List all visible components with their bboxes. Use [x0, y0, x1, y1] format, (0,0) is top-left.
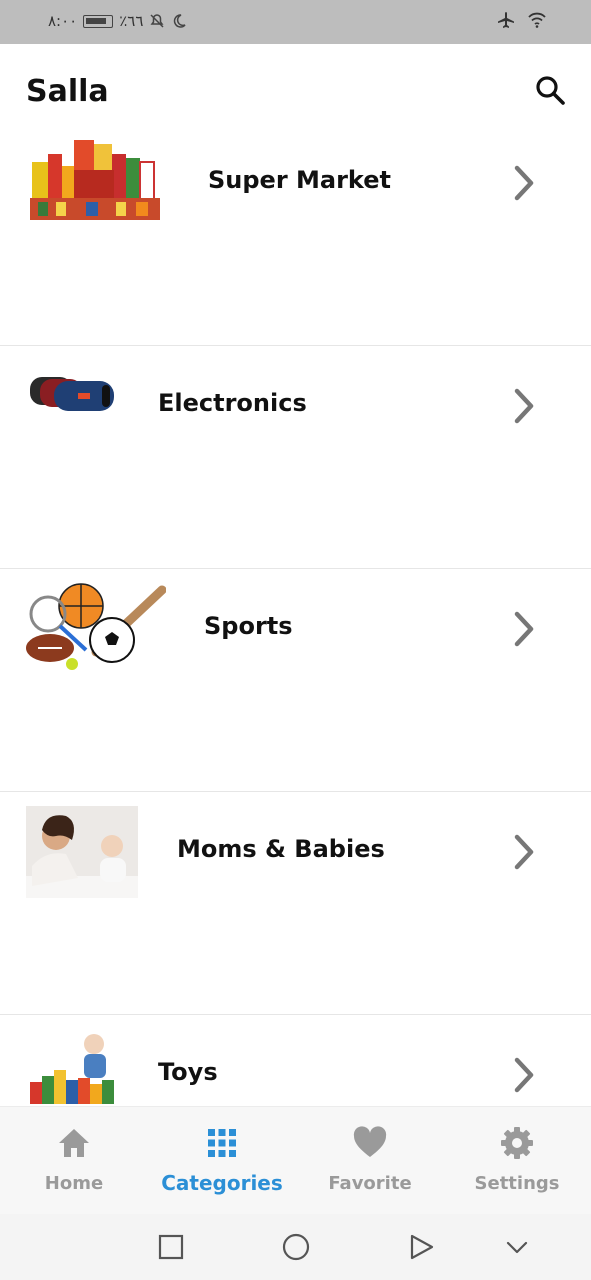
sports-balls-image	[26, 583, 166, 670]
speaker-image	[30, 377, 114, 411]
status-right	[497, 11, 547, 29]
mother-baby-image	[26, 806, 138, 898]
category-item-super-market[interactable]: Super Market	[0, 124, 591, 346]
mute-icon	[150, 14, 164, 28]
category-label: Sports	[204, 612, 293, 640]
nav-item-categories[interactable]: Categories	[148, 1107, 296, 1215]
status-left: ٨:٠٠ ٪٦٦	[48, 12, 187, 30]
nav-label-settings: Settings	[474, 1173, 560, 1194]
category-item-toys[interactable]: Toys	[0, 1016, 591, 1106]
category-item-moms-babies[interactable]: Moms & Babies	[0, 793, 591, 1015]
bottom-nav: Home Categories Favorite Settings	[0, 1106, 591, 1214]
status-bar: ٨:٠٠ ٪٦٦	[0, 0, 591, 44]
nav-label-favorite: Favorite	[328, 1173, 412, 1194]
home-icon	[59, 1129, 89, 1157]
app-bar: Salla	[0, 44, 591, 132]
nav-label-categories: Categories	[161, 1171, 283, 1195]
wifi-icon	[528, 12, 546, 28]
airplane-icon	[498, 12, 514, 28]
nav-item-home[interactable]: Home	[0, 1107, 148, 1215]
chevron-right-icon[interactable]	[511, 833, 539, 871]
battery-percent: ٪٦٦	[119, 12, 144, 30]
category-label: Moms & Babies	[177, 835, 385, 863]
gear-icon	[501, 1127, 533, 1159]
chevron-right-icon[interactable]	[511, 164, 539, 202]
system-nav-bar	[0, 1214, 591, 1280]
grocery-products-image	[30, 140, 160, 220]
app-title: Salla	[26, 74, 109, 109]
chevron-right-icon[interactable]	[511, 610, 539, 648]
grid-icon	[208, 1129, 236, 1157]
category-item-electronics[interactable]: Electronics	[0, 347, 591, 569]
moon-icon	[174, 14, 186, 28]
home-circle-icon[interactable]	[281, 1232, 311, 1262]
battery-icon	[83, 14, 114, 28]
back-triangle-icon[interactable]	[406, 1232, 436, 1262]
nav-label-home: Home	[44, 1173, 104, 1194]
toy-blocks-image	[30, 1034, 114, 1104]
chevron-down-icon[interactable]	[502, 1232, 532, 1262]
nav-item-settings[interactable]: Settings	[443, 1107, 591, 1215]
category-label: Electronics	[158, 389, 307, 417]
status-time: ٨:٠٠	[48, 12, 78, 30]
search-icon[interactable]	[534, 74, 568, 108]
heart-icon	[353, 1126, 387, 1157]
category-label: Super Market	[208, 166, 391, 194]
category-item-sports[interactable]: Sports	[0, 570, 591, 792]
chevron-right-icon[interactable]	[511, 387, 539, 425]
nav-item-favorite[interactable]: Favorite	[296, 1107, 444, 1215]
category-label: Toys	[158, 1058, 218, 1086]
recent-apps-icon[interactable]	[156, 1232, 186, 1262]
chevron-right-icon[interactable]	[511, 1056, 539, 1094]
